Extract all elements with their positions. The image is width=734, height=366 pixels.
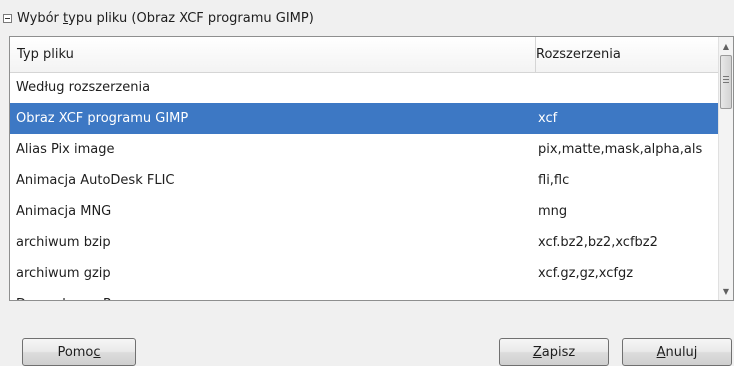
file-type-expander[interactable]: Wybór typu pliku (Obraz XCF programu GIM… — [3, 9, 314, 27]
extensions-cell: mng — [538, 204, 568, 219]
extensions-cell: xcf.bz2,bz2,xcfbz2 — [538, 235, 658, 250]
file-type-cell: archiwum bzip — [16, 235, 111, 250]
extensions-cell: fli,flc — [538, 173, 570, 188]
column-header-extensions[interactable]: Rozszerzenia — [529, 37, 716, 72]
file-type-cell: Animacja MNG — [16, 204, 112, 219]
file-type-cell: Dane obrazu R — [16, 289, 112, 300]
scroll-down-icon[interactable]: ▼ — [719, 284, 733, 298]
file-type-list: Typ pliku Rozszerzenia Według rozszerzen… — [9, 36, 734, 301]
list-header: Typ pliku Rozszerzenia — [10, 37, 718, 73]
list-row[interactable]: Animacja AutoDesk FLIC fli,flc — [10, 165, 718, 196]
file-type-cell: Alias Pix image — [16, 142, 115, 157]
file-type-cell: Obraz XCF programu GIMP — [16, 111, 189, 126]
list-row[interactable]: Animacja MNG mng — [10, 196, 718, 227]
expander-label[interactable]: Wybór typu pliku (Obraz XCF programu GIM… — [17, 11, 314, 26]
list-row[interactable]: Alias Pix image pix,matte,mask,alpha,als — [10, 134, 718, 165]
save-button[interactable]: Zapisz — [499, 338, 609, 366]
file-type-cell: Animacja AutoDesk FLIC — [16, 173, 175, 188]
list-row-selected[interactable]: Obraz XCF programu GIMP xcf — [10, 103, 718, 134]
column-header-file-type[interactable]: Typ pliku — [10, 37, 536, 72]
scrollbar-thumb[interactable] — [720, 55, 732, 109]
extensions-cell: xcf — [538, 111, 558, 126]
extensions-cell: pix,matte,mask,alpha,als — [538, 142, 703, 157]
scroll-up-icon[interactable]: ▲ — [719, 39, 733, 53]
file-type-cell: archiwum gzip — [16, 266, 111, 281]
list-row[interactable]: Dane obrazu R — [10, 289, 718, 300]
collapse-icon[interactable] — [3, 13, 12, 23]
file-type-cell: Według rozszerzenia — [16, 80, 151, 95]
help-button[interactable]: Pomo c — [22, 338, 136, 366]
list-row[interactable]: Według rozszerzenia — [10, 72, 718, 103]
list-row[interactable]: archiwum bzip xcf.bz2,bz2,xcfbz2 — [10, 227, 718, 258]
vertical-scrollbar[interactable]: ▲ ▼ — [718, 37, 733, 300]
list-rows: Według rozszerzenia Obraz XCF programu G… — [10, 72, 718, 300]
list-row[interactable]: archiwum gzip xcf.gz,gz,xcfgz — [10, 258, 718, 289]
cancel-button[interactable]: Anuluj — [622, 338, 732, 366]
extensions-cell: xcf.gz,gz,xcfgz — [538, 266, 634, 281]
